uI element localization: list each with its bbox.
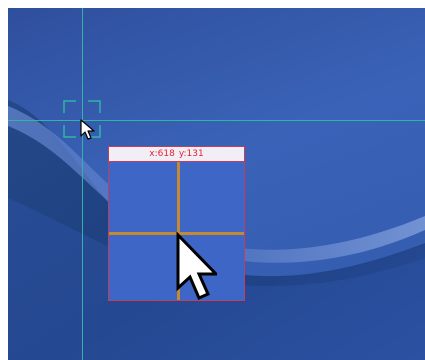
coordinate-readout: x:618 y:131 bbox=[109, 147, 244, 162]
zoomed-view bbox=[109, 162, 244, 300]
screen-capture-stage: x:618 y:131 bbox=[0, 0, 425, 360]
magnified-arrow-cursor-icon bbox=[176, 232, 217, 300]
coordinate-x: x:618 bbox=[149, 149, 175, 159]
magnifier-panel: x:618 y:131 bbox=[108, 146, 245, 301]
guide-line-vertical bbox=[82, 8, 83, 360]
arrow-cursor-icon bbox=[80, 119, 95, 140]
coordinate-y: y:131 bbox=[178, 149, 204, 159]
